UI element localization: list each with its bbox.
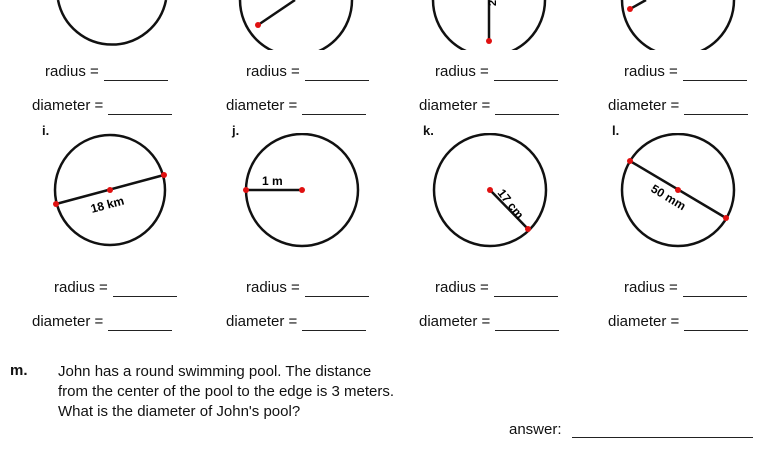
diameter-field-b: diameter = bbox=[226, 97, 367, 115]
circle-a-arc bbox=[56, 0, 168, 46]
radius-field-l: radius = bbox=[624, 279, 747, 297]
answer-blank[interactable] bbox=[571, 423, 753, 438]
radius-label: radius = bbox=[246, 279, 300, 296]
svg-text:2: 2 bbox=[487, 0, 499, 6]
diameter-label: diameter = bbox=[226, 313, 298, 330]
word-problem-line: John has a round swimming pool. The dist… bbox=[58, 363, 372, 380]
answer-blank[interactable] bbox=[495, 316, 560, 331]
radius-field-j: radius = bbox=[246, 279, 369, 297]
diameter-field-l: diameter = bbox=[608, 313, 749, 331]
answer-blank[interactable] bbox=[304, 66, 369, 81]
diameter-label: diameter = bbox=[419, 97, 491, 114]
circle-l-measure: 50 mm bbox=[648, 182, 688, 214]
answer-blank[interactable] bbox=[302, 316, 367, 331]
circle-l-figure: 50 mm bbox=[620, 133, 736, 248]
diameter-label: diameter = bbox=[32, 97, 104, 114]
answer-blank[interactable] bbox=[493, 66, 558, 81]
problem-letter-m: m. bbox=[10, 362, 28, 379]
problem-letter-i: i. bbox=[42, 123, 50, 138]
answer-blank[interactable] bbox=[108, 316, 173, 331]
answer-blank[interactable] bbox=[684, 100, 749, 115]
circle-d-arc bbox=[620, 0, 736, 50]
answer-blank[interactable] bbox=[112, 282, 177, 297]
answer-blank[interactable] bbox=[682, 66, 747, 81]
diameter-field-d: diameter = bbox=[608, 97, 749, 115]
answer-blank[interactable] bbox=[682, 282, 747, 297]
radius-label: radius = bbox=[624, 63, 678, 80]
radius-field-a: radius = bbox=[45, 63, 168, 81]
answer-blank[interactable] bbox=[302, 100, 367, 115]
radius-label: radius = bbox=[624, 279, 678, 296]
circle-b-point bbox=[255, 22, 261, 28]
diameter-label: diameter = bbox=[608, 97, 680, 114]
radius-label: radius = bbox=[435, 63, 489, 80]
radius-label: radius = bbox=[54, 279, 108, 296]
radius-field-b: radius = bbox=[246, 63, 369, 81]
radius-field-k: radius = bbox=[435, 279, 558, 297]
diameter-label: diameter = bbox=[608, 313, 680, 330]
answer-blank[interactable] bbox=[304, 282, 369, 297]
diameter-field-i: diameter = bbox=[32, 313, 173, 331]
word-problem-line: from the center of the pool to the edge … bbox=[58, 383, 395, 400]
circle-k-figure: 17 cm bbox=[432, 133, 548, 248]
circle-i-figure: 18 km bbox=[53, 133, 167, 247]
diameter-field-k: diameter = bbox=[419, 313, 560, 331]
radius-label: radius = bbox=[45, 63, 99, 80]
diameter-label: diameter = bbox=[419, 313, 491, 330]
radius-field-c: radius = bbox=[435, 63, 558, 81]
answer-blank[interactable] bbox=[108, 100, 173, 115]
circle-k-measure: 17 cm bbox=[495, 186, 527, 221]
top-row-figures: 2 bbox=[56, 0, 736, 50]
diameter-field-a: diameter = bbox=[32, 97, 173, 115]
radius-field-i: radius = bbox=[54, 279, 177, 297]
problem-letter-j: j. bbox=[232, 123, 240, 138]
diameter-label: diameter = bbox=[226, 97, 298, 114]
circle-b-segment bbox=[257, 0, 296, 27]
radius-field-d: radius = bbox=[624, 63, 747, 81]
answer-blank[interactable] bbox=[495, 100, 560, 115]
answer-label: answer: bbox=[509, 421, 562, 438]
answer-field: answer: bbox=[509, 421, 753, 438]
diameter-label: diameter = bbox=[32, 313, 104, 330]
answer-blank[interactable] bbox=[493, 282, 558, 297]
circle-c-point bbox=[486, 38, 492, 44]
word-problem-line: What is the diameter of John's pool? bbox=[58, 403, 301, 420]
circle-i-measure: 18 km bbox=[89, 194, 125, 216]
circle-d-point bbox=[627, 6, 633, 12]
diameter-field-c: diameter = bbox=[419, 97, 560, 115]
answer-blank[interactable] bbox=[103, 66, 168, 81]
answer-blank[interactable] bbox=[684, 316, 749, 331]
word-problem-text: John has a round swimming pool. The dist… bbox=[58, 362, 394, 422]
circle-j-measure: 1 m bbox=[262, 174, 283, 188]
radius-label: radius = bbox=[246, 63, 300, 80]
circle-j-figure: 1 m bbox=[243, 133, 360, 248]
radius-label: radius = bbox=[435, 279, 489, 296]
diameter-field-j: diameter = bbox=[226, 313, 367, 331]
